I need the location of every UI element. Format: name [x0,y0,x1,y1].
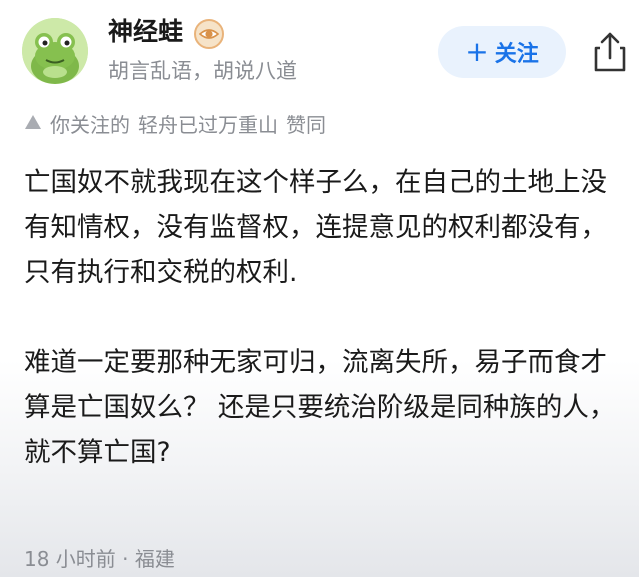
plus-icon: + [465,35,489,68]
content-paragraph: 亡国奴不就我现在这个样子么，在自己的土地上没有知情权，没有监督权，连提意见的权利… [24,167,607,288]
frog-avatar-icon[interactable] [22,18,88,84]
liked-by-suffix: 赞同 [286,112,326,137]
share-icon[interactable] [590,30,630,74]
triangle-up-icon [24,111,42,135]
follow-button[interactable]: + 关注 [438,26,566,78]
liked-by-user[interactable]: 轻舟已过万重山 [138,109,278,138]
liked-by-prefix: 你关注的 [50,112,130,137]
author-bio: 胡言乱语，胡说八道 [108,59,297,83]
liked-by-line: 你关注的 轻舟已过万重山 赞同 [24,108,326,138]
answer-meta: 18 小时前 · 福建 [24,544,175,574]
author-name[interactable]: 神经蛙 [108,14,183,50]
meta-separator: · [122,547,129,571]
post-time: 18 小时前 [24,547,116,571]
eye-badge-icon [194,19,224,49]
content-paragraph: 难道一定要那种无家可归，流离失所，易子而食才算是亡国奴么？ 还是只要统治阶级是同… [24,347,616,468]
follow-label: 关注 [494,42,539,67]
answer-header: 神经蛙 胡言乱语，胡说八道 + 关注 [0,0,639,100]
answer-content: 亡国奴不就我现在这个样子么，在自己的土地上没有知情权，没有监督权，连提意见的权利… [24,160,624,475]
post-location: 福建 [134,547,175,571]
